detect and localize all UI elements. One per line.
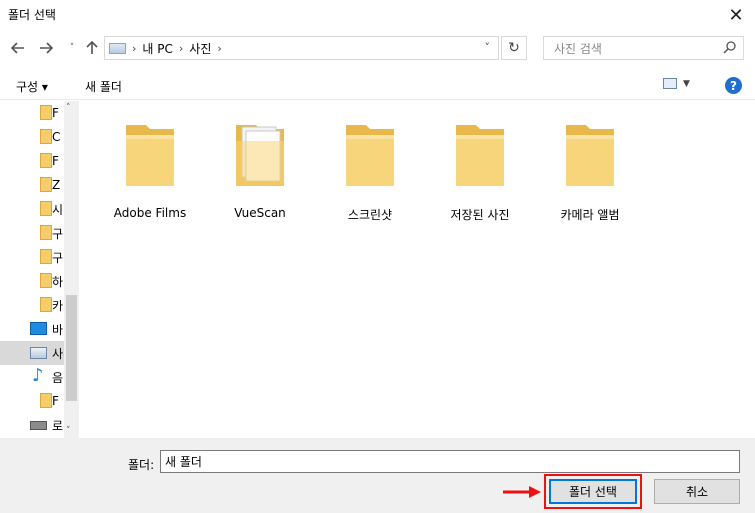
- folder-icon: [346, 125, 394, 186]
- folder-item[interactable]: 스크린샷: [322, 116, 418, 226]
- breadcrumb-this-pc[interactable]: 내 PC: [142, 40, 172, 57]
- recent-locations-chevron-icon[interactable]: ˅: [62, 37, 82, 59]
- search-input[interactable]: 사진 검색: [543, 36, 744, 60]
- folder-icon: [40, 177, 52, 192]
- sidebar-item-pictures[interactable]: 사: [0, 341, 64, 365]
- sidebar-item[interactable]: 구: [0, 245, 64, 269]
- folder-name: 카메라 앨범: [560, 208, 620, 222]
- organize-menu[interactable]: 구성 ▾: [16, 78, 48, 95]
- folder-icon: [566, 125, 614, 186]
- sidebar-item[interactable]: F: [0, 101, 64, 125]
- breadcrumb-pictures[interactable]: 사진: [189, 40, 211, 57]
- forward-arrow-icon[interactable]: [36, 37, 56, 59]
- sidebar-item[interactable]: 카: [0, 293, 64, 317]
- monitor-icon: [30, 322, 47, 335]
- pictures-library-icon: [109, 42, 126, 54]
- dialog-footer: 폴더: 새 폴더 폴더 선택 취소: [0, 438, 755, 513]
- folder-icon: [40, 105, 52, 120]
- sidebar-item-local-disk[interactable]: 로: [0, 413, 64, 437]
- folder-icon: [40, 273, 52, 288]
- window-title: 폴더 선택: [8, 8, 56, 22]
- folder-icon: [40, 153, 52, 168]
- refresh-icon: ↻: [508, 40, 520, 56]
- sidebar-item[interactable]: Z: [0, 173, 64, 197]
- folder-name: 저장된 사진: [450, 208, 510, 222]
- sidebar-item[interactable]: C: [0, 125, 64, 149]
- folder-name: VueScan: [234, 206, 286, 220]
- folder-icon: [40, 297, 52, 312]
- folder-icon: [40, 129, 52, 144]
- select-folder-button[interactable]: 폴더 선택: [549, 479, 637, 504]
- folder-item[interactable]: 저장된 사진: [432, 116, 528, 226]
- up-arrow-icon[interactable]: [82, 37, 102, 59]
- folder-field-label: 폴더:: [128, 458, 155, 472]
- sidebar-item[interactable]: F: [0, 149, 64, 173]
- chevron-down-icon[interactable]: ˅: [485, 41, 491, 54]
- address-bar[interactable]: › 내 PC › 사진 › ˅: [104, 36, 499, 60]
- sidebar-item[interactable]: F: [0, 389, 64, 413]
- sidebar-item[interactable]: 구: [0, 221, 64, 245]
- navigation-pane-scrollbar[interactable]: ˄ ˅: [64, 101, 79, 438]
- title-bar: 폴더 선택 ✕: [0, 0, 755, 30]
- search-placeholder: 사진 검색: [554, 41, 602, 56]
- folder-name: 스크린샷: [347, 208, 393, 222]
- command-bar: 구성 ▾ 새 폴더 ▼: [0, 70, 755, 100]
- folder-icon: [456, 125, 504, 186]
- folder-icon: [126, 125, 174, 186]
- folder-item[interactable]: 카메라 앨범: [542, 116, 638, 226]
- change-view-button[interactable]: ▼: [663, 78, 690, 89]
- pictures-icon: [30, 347, 47, 359]
- sidebar-item-desktop[interactable]: 바: [0, 317, 64, 341]
- scrollbar-thumb[interactable]: [66, 295, 77, 401]
- folder-content-area: Adobe Films VueScan 스크린샷 저장된 사진 카메라 앨범: [80, 101, 755, 438]
- chevron-right-icon[interactable]: ›: [217, 42, 221, 55]
- sidebar-item-music[interactable]: ♪ 음: [0, 365, 64, 389]
- folder-item[interactable]: Adobe Films: [102, 116, 198, 226]
- cancel-button[interactable]: 취소: [654, 479, 740, 504]
- scroll-up-icon[interactable]: ˄: [66, 103, 71, 113]
- folder-icon: [40, 249, 52, 264]
- drive-icon: [30, 421, 47, 430]
- back-arrow-icon[interactable]: [8, 37, 28, 59]
- sidebar-item[interactable]: 시: [0, 197, 64, 221]
- music-note-icon: ♪: [32, 365, 44, 386]
- folder-icon: [40, 201, 52, 216]
- refresh-button[interactable]: ↻: [501, 36, 527, 60]
- chevron-right-icon[interactable]: ›: [132, 42, 136, 55]
- view-icon: [663, 78, 677, 89]
- folder-icon: [40, 225, 52, 240]
- new-folder-button[interactable]: 새 폴더: [85, 78, 122, 95]
- folder-name: Adobe Films: [113, 206, 187, 220]
- red-arrow-annotation-icon: [503, 486, 541, 498]
- folder-icon: [40, 393, 52, 408]
- sidebar-item[interactable]: 하: [0, 269, 64, 293]
- folder-with-documents-icon: [236, 125, 284, 186]
- chevron-right-icon[interactable]: ›: [179, 42, 183, 55]
- chevron-down-icon: ▼: [683, 78, 690, 89]
- search-icon: [723, 40, 737, 57]
- help-icon[interactable]: ?: [725, 77, 742, 94]
- folder-name-input[interactable]: 새 폴더: [160, 450, 740, 473]
- close-icon[interactable]: ✕: [723, 2, 749, 28]
- folder-item[interactable]: VueScan: [212, 116, 308, 226]
- scroll-down-icon[interactable]: ˅: [66, 426, 71, 436]
